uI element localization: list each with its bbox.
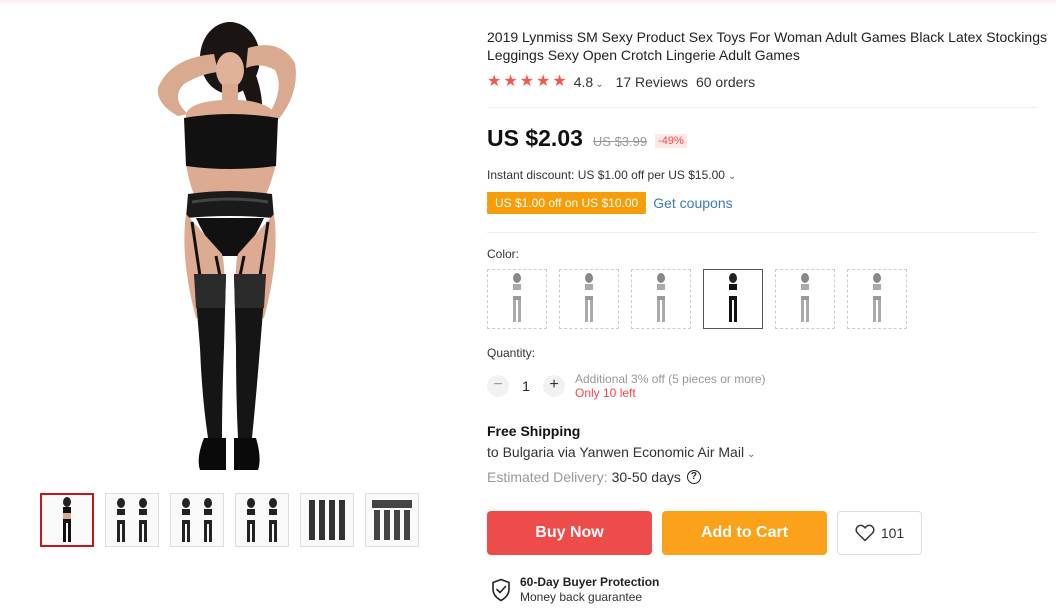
color-swatch-image	[873, 273, 881, 322]
color-swatch-image	[801, 273, 809, 322]
get-coupons-link[interactable]: Get coupons	[653, 195, 732, 211]
chevron-down-icon: ⌄	[747, 449, 756, 460]
main-product-image[interactable]	[130, 18, 320, 480]
color-swatch-image	[585, 273, 593, 322]
heart-icon	[855, 524, 875, 542]
color-option-2[interactable]	[559, 269, 619, 329]
delivery-label: Estimated Delivery:	[487, 469, 608, 485]
thumbnail-image	[247, 498, 277, 542]
quantity-stepper: − 1 + Additional 3% off (5 pieces or mor…	[487, 372, 766, 400]
current-price: US $2.03	[487, 125, 583, 151]
star-icon: ★	[503, 73, 518, 90]
delivery-days: 30-50 days	[611, 469, 681, 485]
chevron-down-icon: ⌄	[595, 79, 604, 90]
chevron-down-icon: ⌄	[727, 171, 737, 182]
thumbnail-image	[309, 500, 345, 540]
buy-now-button[interactable]: Buy Now	[487, 511, 652, 555]
thumbnail-image	[117, 498, 147, 542]
rating-value[interactable]: 4.8 ⌄	[574, 74, 604, 90]
thumbnail-2[interactable]	[105, 493, 159, 547]
reviews-link[interactable]: 17 Reviews	[616, 74, 688, 90]
color-swatch-image	[513, 273, 521, 322]
add-to-cart-button[interactable]: Add to Cart	[662, 511, 827, 555]
coupon-badge[interactable]: US $1.00 off on US $10.00	[484, 192, 647, 214]
orders-count: 60 orders	[695, 74, 756, 90]
quantity-input[interactable]: 1	[509, 378, 543, 394]
thumbnail-image	[372, 500, 412, 540]
buyer-protection: 60-Day Buyer Protection Money back guara…	[491, 575, 659, 605]
decrease-quantity-button[interactable]: −	[487, 375, 509, 397]
thumbnail-3[interactable]	[170, 493, 224, 547]
price-row: US $2.03 US $3.99 -49%	[487, 125, 687, 152]
star-icon: ★	[519, 73, 535, 90]
color-swatch-image	[729, 273, 737, 322]
color-option-3[interactable]	[631, 269, 691, 329]
color-option-4[interactable]	[703, 269, 763, 329]
instant-discount[interactable]: Instant discount: US $1.00 off per US $1…	[487, 168, 736, 182]
thumbnail-image	[63, 497, 71, 542]
color-swatch-image	[657, 273, 665, 322]
color-option-5[interactable]	[775, 269, 835, 329]
thumbnail-4[interactable]	[235, 493, 289, 547]
product-title: 2019 Lynmiss SM Sexy Product Sex Toys Fo…	[487, 29, 1047, 63]
estimated-delivery: Estimated Delivery: 30-50 days ?	[487, 469, 701, 485]
original-price: US $3.99	[592, 134, 648, 149]
star-icon: ★	[536, 73, 551, 90]
quantity-label: Quantity:	[487, 346, 536, 360]
thumbnail-image	[182, 498, 212, 542]
buyer-protection-text: 60-Day Buyer Protection Money back guara…	[520, 575, 659, 605]
rating-stars: ★ ★ ★ ★ ★	[487, 74, 567, 90]
increase-quantity-button[interactable]: +	[543, 375, 565, 397]
shipping-title: Free Shipping	[487, 423, 581, 439]
rating-row: ★ ★ ★ ★ ★ 4.8 ⌄ 17 Reviews 60 orders	[487, 74, 756, 91]
shipping-method[interactable]: to Bulgaria via Yanwen Economic Air Mail…	[487, 444, 755, 460]
shield-check-icon	[492, 578, 510, 602]
model-figure-image	[157, 22, 296, 470]
thumbnail-5[interactable]	[300, 493, 354, 547]
wishlist-count: 101	[880, 525, 905, 541]
star-icon: ★	[552, 73, 567, 90]
thumbnail-strip	[40, 493, 419, 547]
buyer-protection-title: 60-Day Buyer Protection	[520, 575, 660, 589]
color-label: Color:	[487, 247, 520, 261]
thumbnail-6[interactable]	[365, 493, 419, 547]
discount-badge: -49%	[655, 134, 687, 148]
color-option-6[interactable]	[847, 269, 907, 329]
coupon-row: US $1.00 off on US $10.00 Get coupons	[484, 192, 733, 214]
top-strip	[0, 0, 1056, 6]
quantity-info: Additional 3% off (5 pieces or more) Onl…	[575, 372, 766, 400]
bulk-discount-note: Additional 3% off (5 pieces or more)	[575, 372, 766, 386]
divider	[487, 107, 1037, 108]
wishlist-button[interactable]: 101	[837, 511, 922, 555]
color-option-1[interactable]	[487, 269, 547, 329]
thumbnail-1[interactable]	[40, 493, 94, 547]
color-options	[487, 269, 907, 329]
buyer-protection-subtitle: Money back guarantee	[520, 590, 643, 604]
stock-warning: Only 10 left	[575, 386, 636, 400]
star-icon: ★	[487, 73, 502, 90]
help-icon[interactable]: ?	[686, 470, 701, 484]
divider	[487, 232, 1037, 233]
